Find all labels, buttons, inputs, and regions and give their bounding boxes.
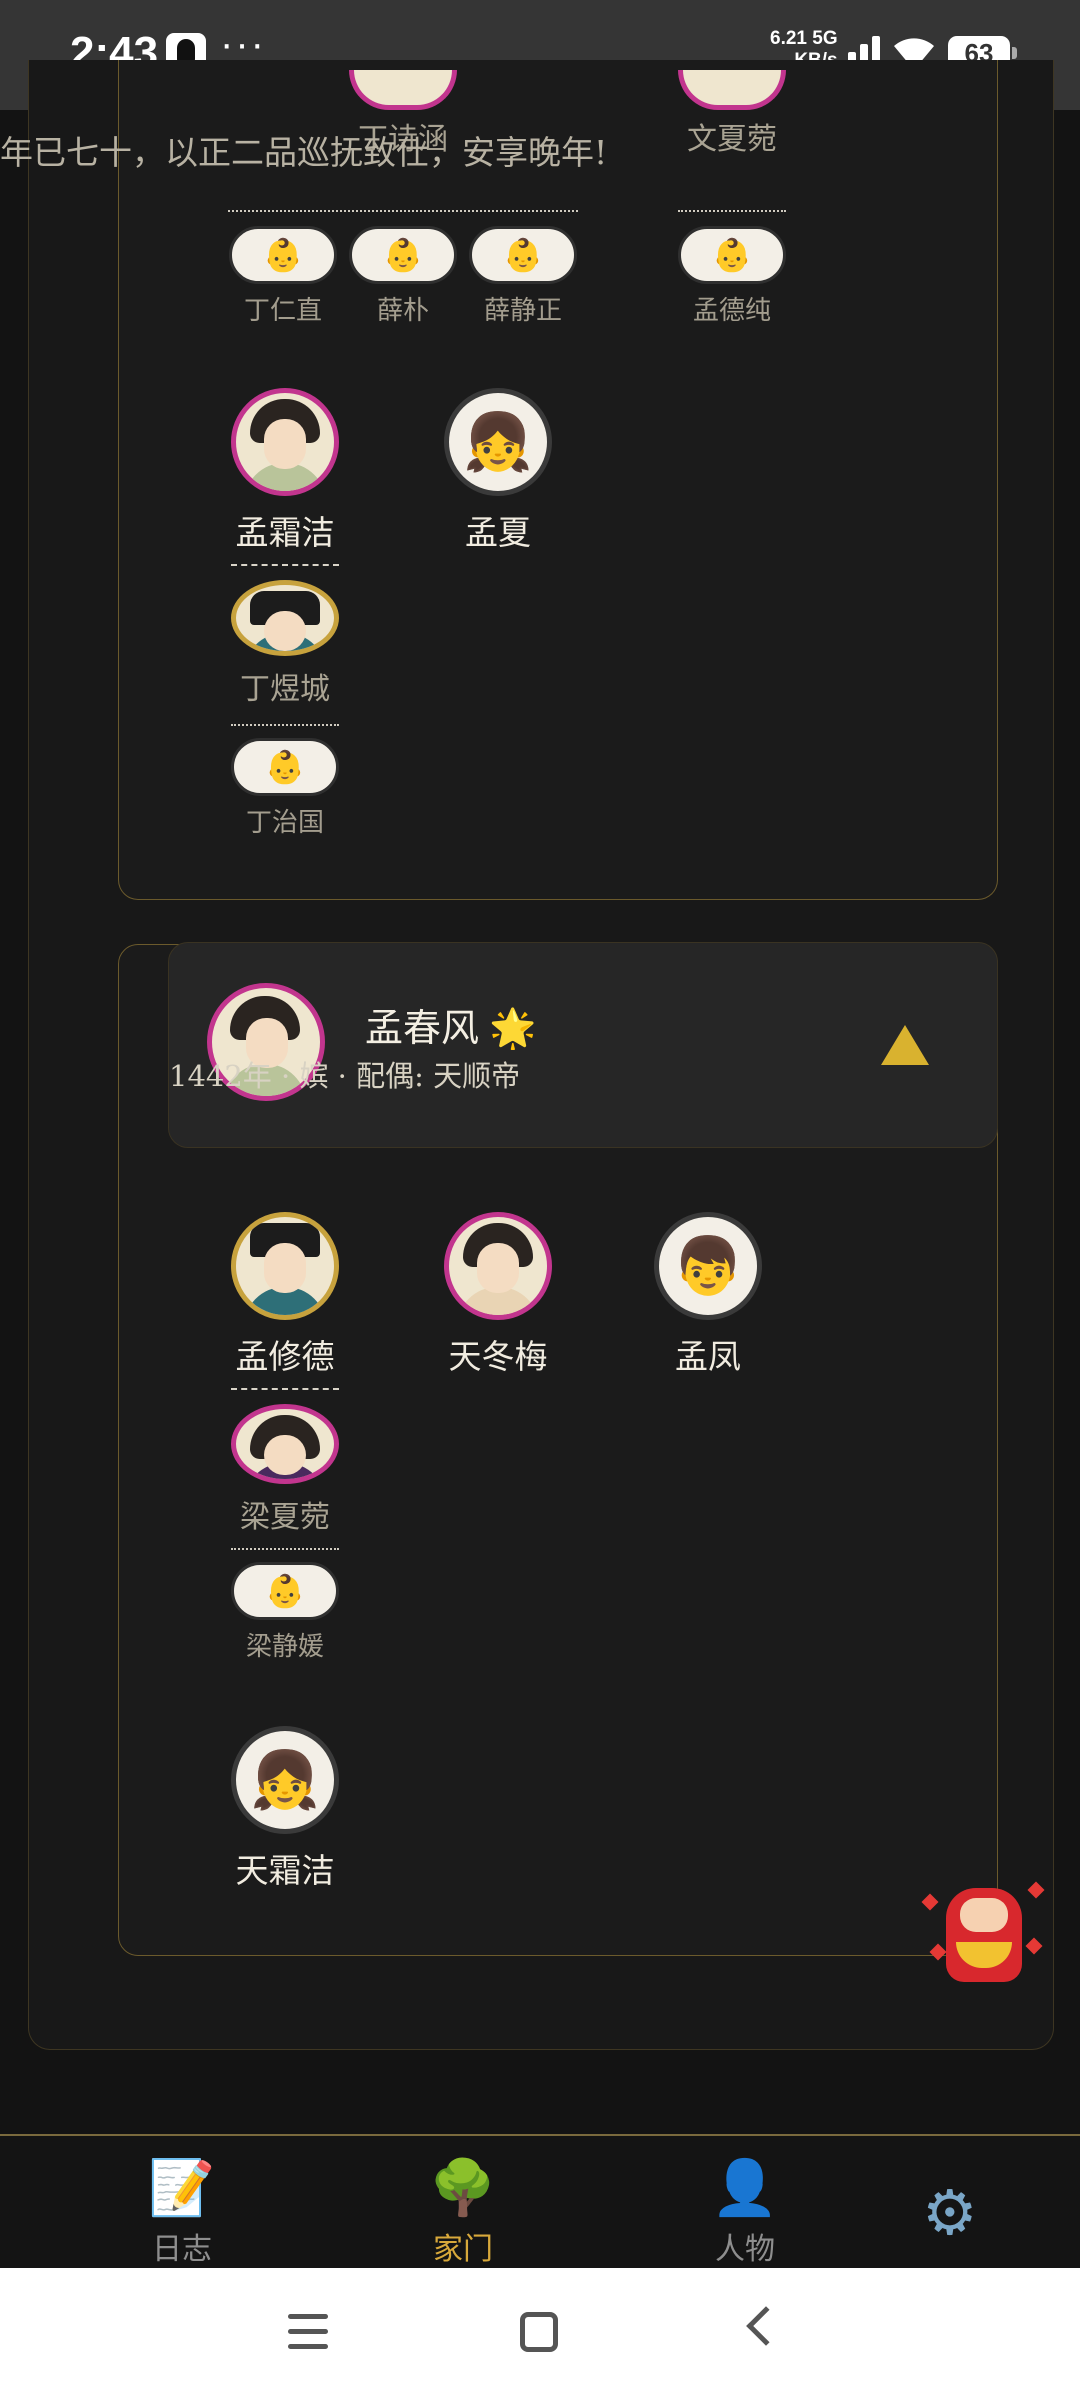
member-meng-xiude[interactable]: 孟修德 [210, 1212, 360, 1390]
member-meng-xia[interactable]: 👧 孟夏 [423, 388, 573, 554]
child-name: 薛静正 [483, 296, 562, 326]
network-type: 5G [812, 28, 838, 49]
spouse-name: 丁煜城 [240, 672, 330, 707]
member-name: 孟霜洁 [235, 513, 335, 552]
collapse-triangle-icon[interactable] [881, 1025, 929, 1065]
member-subtitle: 1442年 · 嫔 · 配偶: 天顺帝 [169, 1059, 521, 1093]
net-speed-value: 6.21 [770, 28, 807, 49]
nav-item-characters[interactable]: 👤 人物 [665, 2156, 825, 2268]
member-name: 孟春风 [365, 1006, 480, 1050]
spouse-ding-yucheng[interactable]: 丁煜城 [210, 580, 360, 708]
portrait-avatar [231, 1404, 339, 1484]
member-name: 文夏菀 [687, 122, 777, 157]
member-meng-feng[interactable]: 👦 孟凤 [633, 1212, 783, 1378]
children-divider [231, 1548, 339, 1550]
tree-icon: 🌳 [429, 2156, 497, 2219]
member-tian-shuangjie[interactable]: 👧 天霜洁 [210, 1726, 360, 1892]
baby-icon: 👶 [678, 226, 786, 284]
memo-icon: 📝 [148, 2156, 216, 2219]
nav-label: 日志 [152, 2232, 212, 2267]
member-tian-dongmei[interactable]: 天冬梅 [423, 1212, 573, 1378]
boy-icon: 👦 [654, 1212, 762, 1320]
portrait-avatar [349, 70, 457, 110]
children-divider [678, 210, 786, 212]
girl-icon: 👧 [444, 388, 552, 496]
member-name: 孟夏 [465, 513, 531, 552]
nav-label: 人物 [715, 2232, 775, 2267]
portrait-avatar [231, 1212, 339, 1320]
member-wen-xiawan[interactable]: 文夏菀 [657, 70, 807, 158]
member-name: 天霜洁 [235, 1851, 335, 1890]
member-name: 孟修德 [235, 1337, 335, 1376]
spouse-name: 梁夏菀 [240, 1500, 330, 1535]
nav-label: 家门 [433, 2232, 493, 2267]
baby-icon: 👶 [349, 226, 457, 284]
nav-item-log[interactable]: 📝 日志 [102, 2156, 262, 2268]
children-divider [231, 724, 339, 726]
child-name: 梁静媛 [245, 1632, 324, 1662]
family-card-header[interactable]: 孟春风 🌟 1442年 · 嫔 · 配偶: 天顺帝 [168, 942, 998, 1148]
baby-icon: 👶 [469, 226, 577, 284]
child-ding-zhiguo[interactable]: 👶 丁治国 [210, 738, 360, 839]
spouse-liang-xiawan[interactable]: 梁夏菀 [210, 1404, 360, 1536]
child-liang-jingyuan[interactable]: 👶 梁静媛 [210, 1562, 360, 1663]
header-title: 孟春风 🌟 [365, 997, 536, 1052]
child-meng-dechun[interactable]: 👶 孟德纯 [657, 226, 807, 327]
baby-icon: 👶 [231, 1562, 339, 1620]
bottom-nav: 📝 日志 🌳 家门 👤 人物 ⚙ [0, 2134, 1080, 2268]
spouse-divider [231, 564, 339, 566]
baby-icon: 👶 [229, 226, 337, 284]
portrait-avatar [444, 1212, 552, 1320]
back-chevron-icon[interactable] [746, 2306, 786, 2346]
member-name: 天冬梅 [448, 1337, 548, 1376]
system-nav-bar [0, 2268, 1080, 2400]
person-icon: 👤 [711, 2156, 779, 2219]
recents-menu-icon[interactable] [288, 2314, 328, 2350]
baby-icon: 👶 [231, 738, 339, 796]
child-xue-jingzheng[interactable]: 👶 薛静正 [448, 226, 598, 327]
child-name: 孟德纯 [692, 296, 771, 326]
member-meng-shuangjie[interactable]: 孟霜洁 [210, 388, 360, 566]
member-name: 孟凤 [675, 1337, 741, 1376]
portrait-avatar [678, 70, 786, 110]
girl-icon: 👧 [231, 1726, 339, 1834]
home-square-icon[interactable] [520, 2312, 558, 2352]
star-icon: 🌟 [489, 1006, 537, 1050]
settings-gear-icon[interactable]: ⚙ [922, 2176, 978, 2249]
spouse-divider [231, 1388, 339, 1390]
portrait-avatar [231, 580, 339, 656]
children-divider [228, 210, 578, 212]
portrait-avatar [231, 388, 339, 496]
event-marquee: 年已七十，以正二品巡抚致仕，安享晚年! [0, 133, 608, 172]
child-name: 丁治国 [245, 808, 324, 838]
nav-item-family[interactable]: 🌳 家门 [383, 2156, 543, 2268]
fortune-god-float-icon[interactable] [918, 1876, 1048, 1986]
